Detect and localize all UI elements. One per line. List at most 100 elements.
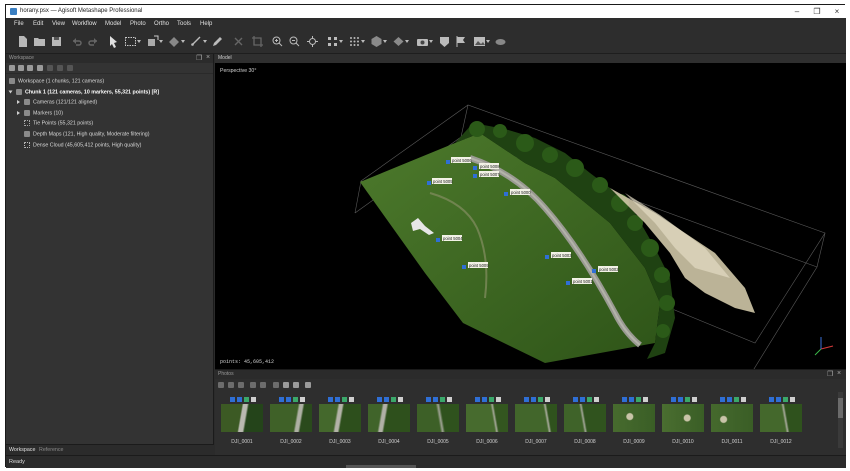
photo-thumbnail[interactable]: DJI_0010 [661, 397, 705, 445]
crop-selection-icon[interactable] [251, 35, 264, 48]
detail-view-icon[interactable] [293, 382, 299, 388]
main-toolbar [6, 30, 846, 54]
photo-thumbnail[interactable]: DJI_0008 [563, 397, 607, 445]
menu-file[interactable]: File [14, 21, 24, 27]
minimize-icon[interactable]: – [790, 6, 804, 17]
tree-tie-points[interactable]: Tie Points (55,321 points) [24, 120, 93, 130]
photo-thumbnail[interactable]: DJI_0005 [416, 397, 460, 445]
capture-view-icon[interactable] [416, 35, 433, 48]
navigation-cursor-icon[interactable] [107, 35, 120, 48]
photo-thumbnail[interactable]: DJI_0012 [759, 397, 803, 445]
shapes-icon[interactable] [438, 35, 451, 48]
tree-dense-cloud[interactable]: Dense Cloud (45,605,412 points, High qua… [24, 142, 141, 152]
tab-workspace[interactable]: Workspace [9, 447, 35, 453]
model-view[interactable]: Model Perspective 30° point 5006 point 5… [215, 54, 846, 369]
menu-help[interactable]: Help [200, 21, 212, 27]
tree-chunk[interactable]: Chunk 1 (121 cameras, 10 markers, 55,321… [8, 89, 159, 99]
points-readout: points: 45,605,412 [220, 359, 274, 365]
menu-view[interactable]: View [52, 21, 65, 27]
rotate-object-icon[interactable] [168, 35, 185, 48]
expand-arrow-icon[interactable] [17, 100, 20, 104]
menu-ortho[interactable]: Ortho [154, 21, 169, 27]
rectangle-selection-icon[interactable] [124, 35, 141, 48]
reset-view-icon[interactable] [306, 35, 319, 48]
close-icon[interactable]: × [830, 6, 844, 17]
expand-arrow-icon[interactable] [8, 90, 13, 94]
align-icon[interactable] [37, 65, 43, 71]
undock-icon[interactable]: ❐ [196, 54, 202, 62]
menu-tools[interactable]: Tools [177, 21, 191, 27]
tree-markers[interactable]: Markers (10) [17, 110, 63, 120]
photo-thumbnail[interactable]: DJI_0006 [465, 397, 509, 445]
save-icon[interactable] [50, 35, 63, 48]
tree-depth-maps[interactable]: Depth Maps (121, High quality, Moderate … [24, 131, 150, 141]
restore-icon[interactable]: ❐ [810, 6, 824, 17]
photo-add-icon[interactable] [218, 382, 224, 388]
add-chunk-icon[interactable] [9, 65, 15, 71]
menu-bar: File Edit View Workflow Model Photo Orth… [6, 18, 846, 30]
disable-icon[interactable] [57, 65, 63, 71]
photo-thumbnail[interactable]: DJI_0009 [612, 397, 656, 445]
photos-horizontal-scrollbar[interactable] [346, 465, 416, 468]
open-folder-icon[interactable] [33, 35, 46, 48]
expand-arrow-icon[interactable] [17, 111, 20, 115]
panel-close-icon[interactable]: × [206, 54, 210, 61]
menu-workflow[interactable]: Workflow [72, 21, 97, 27]
thumbnail-view-icon[interactable] [283, 382, 289, 388]
enable-icon[interactable] [47, 65, 53, 71]
ruler-icon[interactable] [190, 35, 207, 48]
photo-thumbnail[interactable]: DJI_0011 [710, 397, 754, 445]
redo-icon[interactable] [87, 35, 100, 48]
photos-scrollbar[interactable] [838, 392, 843, 448]
zoom-in-icon[interactable] [271, 35, 284, 48]
photo-thumbnail[interactable]: DJI_0001 [220, 397, 264, 445]
image-view-icon[interactable] [473, 35, 490, 48]
svg-text:point 5009: point 5009 [469, 263, 489, 268]
reset-filter-icon[interactable] [273, 382, 279, 388]
resize-region-icon[interactable] [146, 35, 163, 48]
photo-remove-icon[interactable] [228, 382, 234, 388]
delete-selection-icon[interactable] [232, 35, 245, 48]
terrain-icon[interactable] [494, 35, 507, 48]
rotate-left-icon[interactable] [250, 382, 256, 388]
menu-model[interactable]: Model [105, 21, 121, 27]
photo-delete-icon[interactable] [238, 382, 244, 388]
svg-text:point 5005: point 5005 [433, 179, 453, 184]
add-marker-icon[interactable] [27, 65, 33, 71]
workspace-toolbar [6, 63, 213, 74]
undock-icon[interactable]: ❐ [827, 370, 833, 378]
new-document-icon[interactable] [16, 35, 29, 48]
window-title: horany.psx — Agisoft Metashape Professio… [20, 8, 143, 14]
panel-close-icon[interactable]: × [837, 370, 841, 377]
flag-icon[interactable] [455, 35, 468, 48]
tree-cameras[interactable]: Cameras (121/121 aligned) [17, 99, 97, 109]
tree-workspace-root[interactable]: Workspace (1 chunks, 121 cameras) [9, 78, 104, 88]
tab-reference[interactable]: Reference [39, 447, 63, 453]
undo-icon[interactable] [70, 35, 83, 48]
show-model-icon[interactable] [370, 35, 387, 48]
workspace-panel: Workspace ❐ × Workspace (1 chunks, 121 c… [6, 54, 214, 455]
show-points-icon[interactable] [348, 35, 365, 48]
workspace-icon [9, 78, 15, 84]
draw-polyline-icon[interactable] [211, 35, 224, 48]
photo-thumbnail[interactable]: DJI_0003 [318, 397, 362, 445]
add-photos-icon[interactable] [18, 65, 24, 71]
photo-thumbnail[interactable]: DJI_0007 [514, 397, 558, 445]
remove-icon[interactable] [67, 65, 73, 71]
zoom-out-icon[interactable] [288, 35, 301, 48]
photos-scroll-thumb[interactable] [838, 398, 843, 418]
chunk-icon [16, 89, 22, 95]
model-viewport[interactable]: Perspective 30° point 5006 point 5008 po… [215, 63, 846, 369]
menu-photo[interactable]: Photo [130, 21, 146, 27]
photo-thumbnail[interactable]: DJI_0002 [269, 397, 313, 445]
svg-text:point 5006: point 5006 [452, 158, 472, 163]
view-options-icon[interactable] [305, 382, 311, 388]
photo-thumbnail[interactable]: DJI_0004 [367, 397, 411, 445]
svg-text:point 5008: point 5008 [480, 164, 500, 169]
show-cameras-icon[interactable] [326, 35, 343, 48]
perspective-label: Perspective 30° [220, 68, 256, 74]
menu-edit[interactable]: Edit [33, 21, 43, 27]
show-tiled-model-icon[interactable] [392, 35, 409, 48]
rotate-right-icon[interactable] [260, 382, 266, 388]
svg-text:point 5002: point 5002 [599, 267, 619, 272]
